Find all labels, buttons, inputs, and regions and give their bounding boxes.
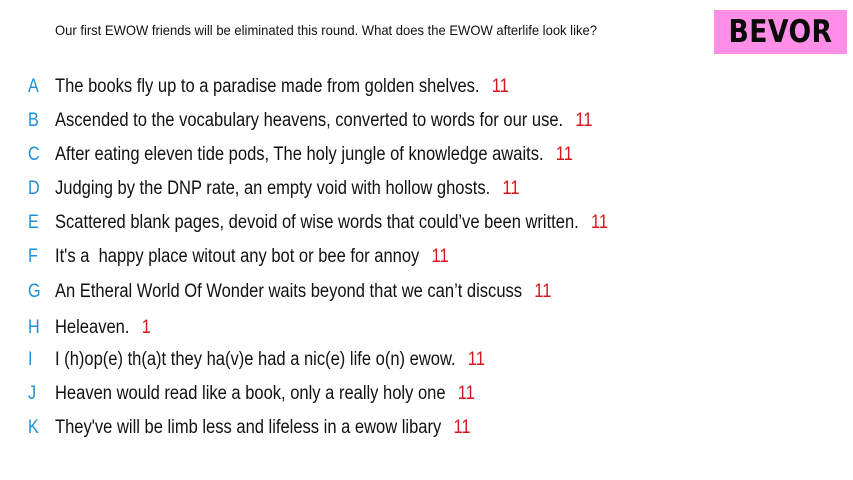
response-letter: I bbox=[28, 349, 33, 370]
response-row-a: A The books fly up to a paradise made fr… bbox=[0, 72, 853, 102]
response-row-c: C After eating eleven tide pods, The hol… bbox=[0, 140, 853, 170]
response-row-b: B Ascended to the vocabulary heavens, co… bbox=[0, 106, 853, 136]
response-row-i: I I (h)op(e) th(a)t they ha(v)e had a ni… bbox=[0, 345, 853, 375]
response-row-g: G An Etheral World Of Wonder waits beyon… bbox=[0, 277, 853, 307]
response-row-f: F It's a happy place witout any bot or b… bbox=[0, 242, 853, 272]
response-score: 11 bbox=[453, 417, 471, 438]
response-score: 11 bbox=[575, 110, 593, 131]
response-text: It's a happy place witout any bot or bee… bbox=[55, 246, 420, 267]
response-text: Judging by the DNP rate, an empty void w… bbox=[55, 178, 491, 199]
response-row-j: J Heaven would read like a book, only a … bbox=[0, 379, 853, 409]
response-letter: B bbox=[28, 110, 39, 131]
response-score: 11 bbox=[457, 383, 475, 404]
response-letter: G bbox=[28, 281, 41, 302]
response-score: 11 bbox=[431, 246, 449, 267]
response-score: 11 bbox=[555, 144, 573, 165]
response-text: An Etheral World Of Wonder waits beyond … bbox=[55, 281, 523, 302]
contestant-name-badge: BEVOR bbox=[714, 10, 847, 54]
response-letter: H bbox=[28, 317, 40, 338]
response-score: 1 bbox=[141, 317, 151, 338]
response-letter: C bbox=[28, 144, 40, 165]
response-row-h: H Heleaven. 1 bbox=[0, 313, 853, 343]
response-letter: A bbox=[28, 76, 39, 97]
response-text: Heleaven. bbox=[55, 317, 130, 338]
response-text: Ascended to the vocabulary heavens, conv… bbox=[55, 110, 564, 131]
response-text: I (h)op(e) th(a)t they ha(v)e had a nic(… bbox=[55, 349, 456, 370]
response-letter: E bbox=[28, 212, 39, 233]
question-text: Our first EWOW friends will be eliminate… bbox=[55, 22, 597, 38]
response-row-k: K They've will be limb less and lifeless… bbox=[0, 413, 853, 443]
response-text: Scattered blank pages, devoid of wise wo… bbox=[55, 212, 579, 233]
contestant-name: BEVOR bbox=[728, 14, 833, 50]
response-row-e: E Scattered blank pages, devoid of wise … bbox=[0, 208, 853, 238]
response-letter: F bbox=[28, 246, 38, 267]
response-text: The books fly up to a paradise made from… bbox=[55, 76, 480, 97]
response-text: Heaven would read like a book, only a re… bbox=[55, 383, 446, 404]
response-text: They've will be limb less and lifeless i… bbox=[55, 417, 442, 438]
response-letter: D bbox=[28, 178, 40, 199]
response-row-d: D Judging by the DNP rate, an empty void… bbox=[0, 174, 853, 204]
response-text: After eating eleven tide pods, The holy … bbox=[55, 144, 544, 165]
response-score: 11 bbox=[534, 281, 552, 302]
response-score: 11 bbox=[467, 349, 485, 370]
response-score: 11 bbox=[590, 212, 609, 233]
response-letter: J bbox=[28, 383, 37, 404]
response-letter: K bbox=[28, 417, 39, 438]
response-score: 11 bbox=[502, 178, 520, 199]
response-score: 11 bbox=[491, 76, 509, 97]
